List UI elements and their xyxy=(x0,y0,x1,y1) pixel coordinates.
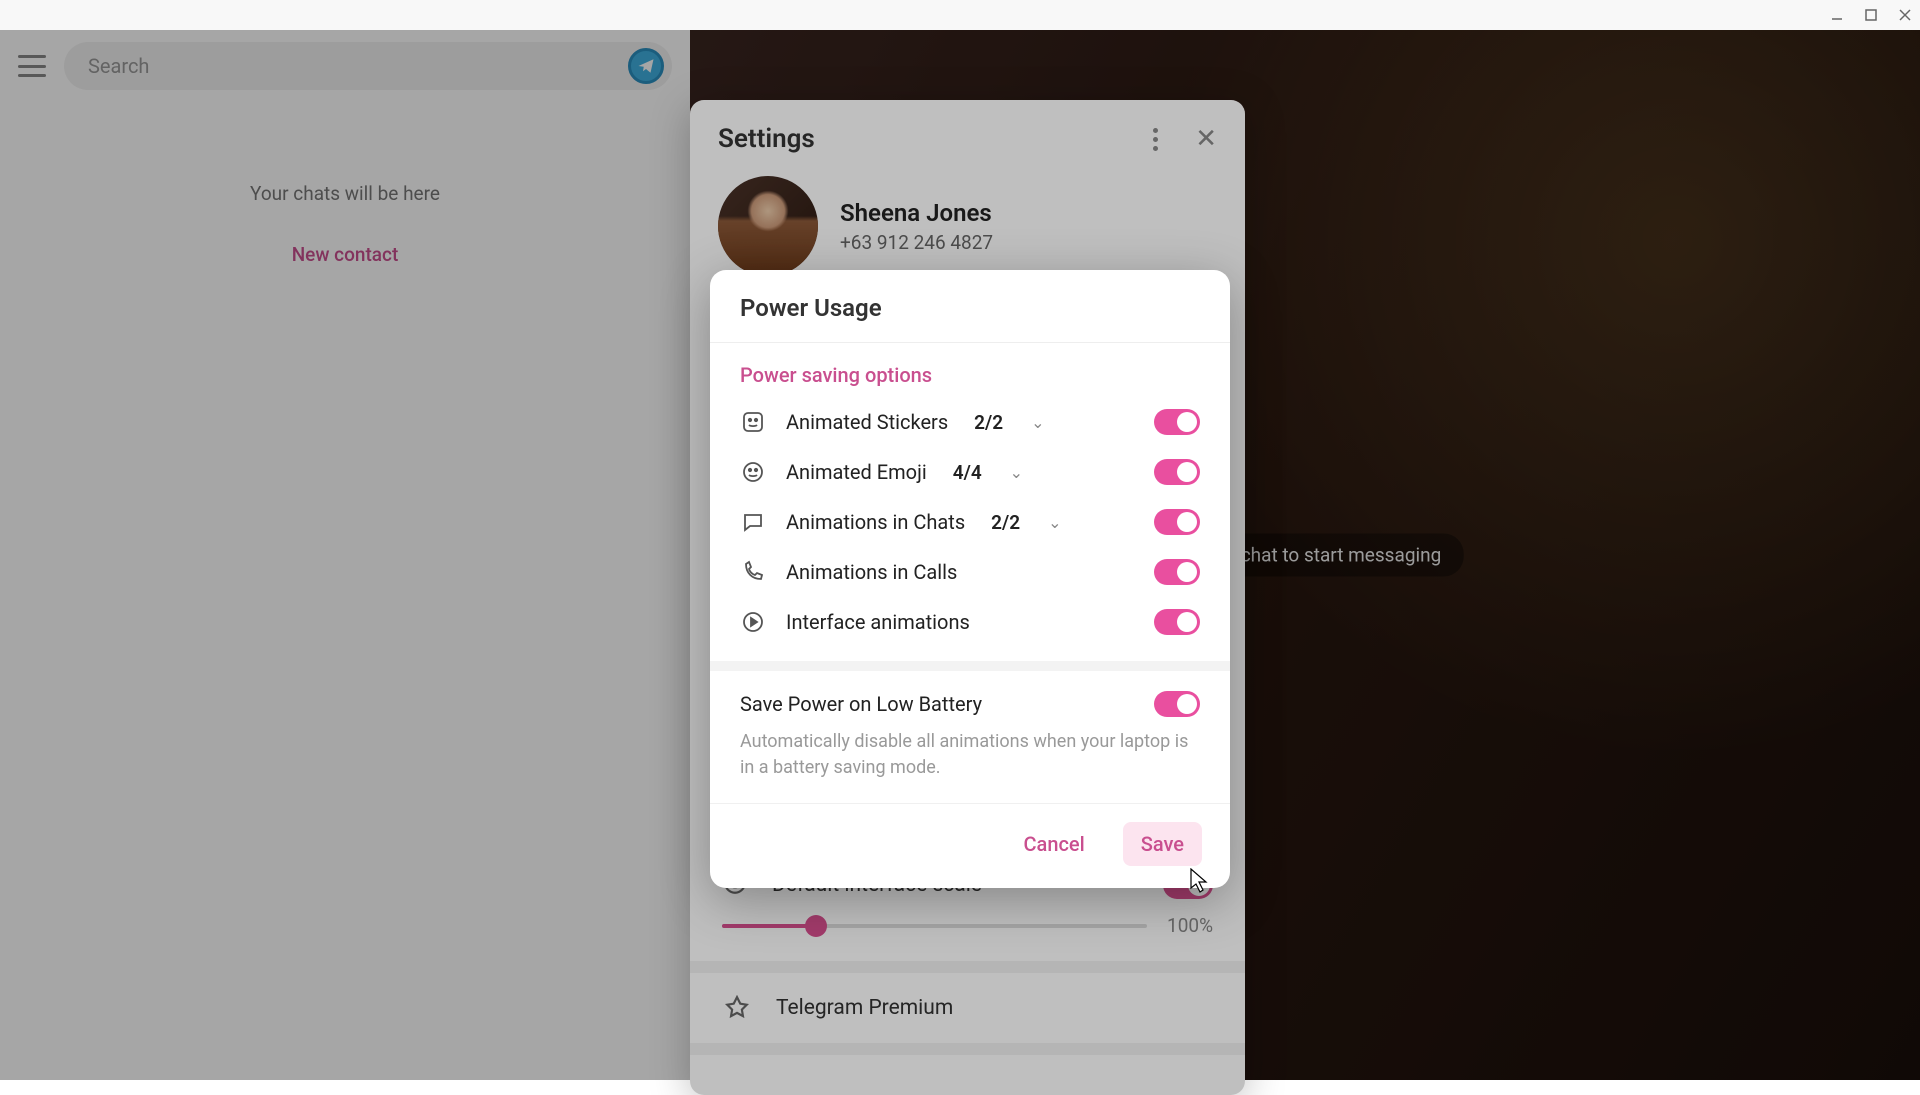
option-label: Animated Stickers xyxy=(786,410,948,434)
play-icon xyxy=(740,609,766,635)
power-usage-dialog: Power Usage Power saving options Animate… xyxy=(710,270,1230,888)
option-row-3[interactable]: Animations in Calls xyxy=(710,547,1230,597)
profile-phone: +63 912 246 4827 xyxy=(840,231,993,254)
option-toggle[interactable] xyxy=(1154,509,1200,535)
battery-toggle[interactable] xyxy=(1154,691,1200,717)
emoji-icon xyxy=(740,459,766,485)
chevron-down-icon: ⌄ xyxy=(1010,463,1023,482)
phone-icon xyxy=(740,559,766,585)
more-icon[interactable] xyxy=(1143,128,1167,151)
close-icon[interactable]: ✕ xyxy=(1195,124,1217,154)
option-count: 4/4 xyxy=(953,461,982,484)
battery-desc: Automatically disable all animations whe… xyxy=(710,725,1230,803)
option-label: Animations in Chats xyxy=(786,510,965,534)
option-toggle[interactable] xyxy=(1154,459,1200,485)
chat-icon xyxy=(740,509,766,535)
sticker-icon xyxy=(740,409,766,435)
option-count: 2/2 xyxy=(991,511,1020,534)
chevron-down-icon: ⌄ xyxy=(1048,513,1061,532)
star-icon xyxy=(722,993,752,1023)
profile-name: Sheena Jones xyxy=(840,199,993,227)
option-count: 2/2 xyxy=(974,411,1003,434)
premium-label: Telegram Premium xyxy=(776,996,953,1020)
chevron-down-icon: ⌄ xyxy=(1031,413,1044,432)
option-row-1[interactable]: Animated Emoji 4/4 ⌄ xyxy=(710,447,1230,497)
maximize-icon[interactable] xyxy=(1864,8,1878,22)
avatar[interactable] xyxy=(718,176,818,276)
scale-slider[interactable] xyxy=(722,924,1147,928)
option-label: Interface animations xyxy=(786,610,970,634)
settings-title: Settings xyxy=(718,124,1143,154)
section-label: Power saving options xyxy=(710,343,1230,397)
close-icon[interactable] xyxy=(1898,8,1912,22)
minimize-icon[interactable] xyxy=(1830,8,1844,22)
scale-value: 100% xyxy=(1167,914,1213,937)
option-toggle[interactable] xyxy=(1154,559,1200,585)
option-row-0[interactable]: Animated Stickers 2/2 ⌄ xyxy=(710,397,1230,447)
option-toggle[interactable] xyxy=(1154,409,1200,435)
option-row-2[interactable]: Animations in Chats 2/2 ⌄ xyxy=(710,497,1230,547)
option-row-4[interactable]: Interface animations xyxy=(710,597,1230,647)
option-label: Animated Emoji xyxy=(786,460,927,484)
chat-list-pane: Your chats will be here New contact xyxy=(0,30,690,1080)
window-titlebar xyxy=(0,0,1920,30)
cancel-button[interactable]: Cancel xyxy=(1014,824,1095,864)
dialog-title: Power Usage xyxy=(710,270,1230,342)
battery-label: Save Power on Low Battery xyxy=(740,692,1154,716)
option-toggle[interactable] xyxy=(1154,609,1200,635)
sidebar-item-premium[interactable]: Telegram Premium xyxy=(690,973,1245,1043)
save-button[interactable]: Save xyxy=(1123,822,1202,866)
option-label: Animations in Calls xyxy=(786,560,957,584)
